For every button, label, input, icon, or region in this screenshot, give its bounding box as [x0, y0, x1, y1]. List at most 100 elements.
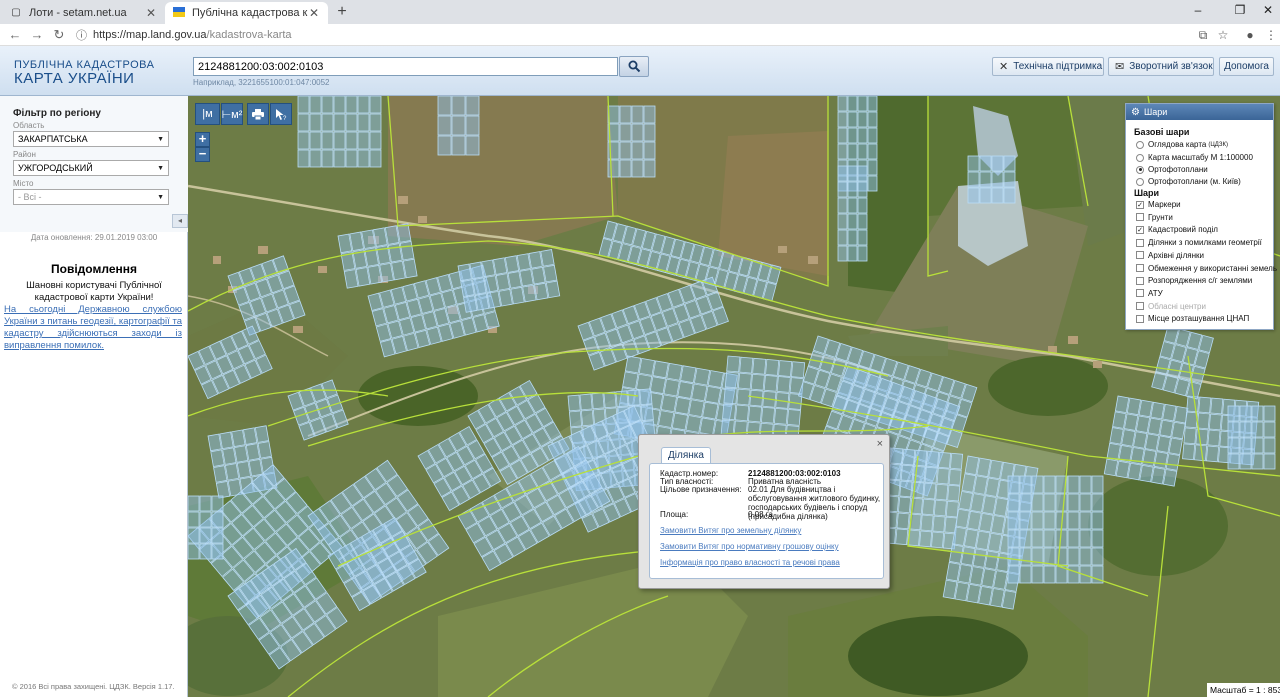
account-icon[interactable]: ● — [1243, 28, 1257, 42]
new-tab-button[interactable]: + — [334, 4, 350, 20]
parcel — [199, 527, 212, 544]
checkbox-checked[interactable]: ✓ — [1136, 225, 1144, 234]
oblast-select[interactable]: ЗАКАРПАТСЬКА ▼ — [13, 131, 169, 147]
parcel-cluster[interactable] — [457, 249, 561, 313]
parcel — [1196, 412, 1210, 430]
parcel — [920, 514, 934, 532]
feedback-button[interactable]: ✉ Зворотний зв'язок — [1108, 57, 1214, 76]
parcel-cluster[interactable] — [967, 155, 1016, 204]
radio-button[interactable] — [1136, 140, 1144, 149]
parcel-cluster[interactable] — [297, 96, 382, 168]
checkbox[interactable] — [1136, 264, 1144, 272]
layers-panel-header[interactable]: ⚙ Шари — [1126, 104, 1273, 120]
forward-icon[interactable]: → — [30, 27, 44, 43]
back-icon[interactable]: ← — [8, 27, 22, 43]
parcel-cluster[interactable] — [607, 105, 656, 178]
url-field[interactable]: ⓘ https://map.land.gov.ua/kadastrova-kar… — [76, 26, 1184, 44]
radio-button[interactable] — [1136, 177, 1144, 186]
minimize-button[interactable]: – — [1188, 3, 1208, 17]
cadastral-parcel-layer[interactable] — [188, 96, 1280, 697]
checkbox[interactable] — [1136, 302, 1144, 311]
map-view[interactable]: |м ⊢м² ? + − ⚙ Шари Базові шари Оглядова … — [188, 96, 1280, 697]
base-layer-orthophoto-kyiv[interactable]: Ортофотоплани (м. Київ) — [1136, 177, 1241, 186]
parcel — [981, 568, 996, 588]
checkbox[interactable] — [1136, 251, 1144, 260]
rayon-select[interactable]: УЖГОРОДСЬКИЙ ▼ — [13, 160, 169, 176]
measure-length-button[interactable]: |м — [195, 103, 220, 125]
overlay-layer-3[interactable]: Ділянки з помилками геометрії — [1136, 238, 1262, 247]
zoom-out-button[interactable]: − — [195, 147, 210, 162]
zoom-in-button[interactable]: + — [195, 132, 210, 147]
close-window-button[interactable]: ✕ — [1258, 3, 1278, 17]
close-icon[interactable]: × — [877, 438, 883, 450]
parcel — [199, 543, 212, 560]
parcel — [857, 213, 868, 230]
parcel-cluster[interactable] — [1151, 325, 1214, 400]
parcel-cluster[interactable] — [1103, 395, 1189, 487]
print-button[interactable] — [247, 103, 269, 125]
parcel — [631, 159, 644, 178]
identify-button[interactable]: ? — [270, 103, 292, 125]
checkbox[interactable] — [1136, 289, 1144, 298]
browser-tab-kadastr[interactable]: Публічна кадастрова карта Укр ✕ — [165, 2, 328, 24]
translate-icon[interactable]: ⧉ — [1196, 28, 1210, 42]
parcel — [739, 356, 754, 374]
gear-icon: ⚙ — [1131, 106, 1140, 118]
parcel — [1079, 493, 1092, 512]
checkbox[interactable] — [1136, 238, 1144, 247]
order-valuation-link[interactable]: Замовити Витяг про нормативну грошову оц… — [660, 542, 839, 551]
overlay-layer-1[interactable]: Грунти — [1136, 213, 1173, 222]
base-layer-orthophoto[interactable]: Ортофотоплани — [1136, 165, 1208, 174]
ownership-info-link[interactable]: Інформація про право власності та речові… — [660, 558, 840, 567]
parcel-cluster[interactable] — [188, 325, 273, 400]
radio-button-selected[interactable] — [1136, 165, 1144, 174]
parcel — [297, 149, 310, 168]
overlay-layer-9[interactable]: Місце розташування ЦНАП — [1136, 314, 1249, 323]
help-button[interactable]: Допомога — [1219, 57, 1274, 76]
parcel-cluster[interactable] — [577, 276, 729, 371]
checkbox[interactable] — [1136, 314, 1144, 323]
parcel — [1227, 405, 1240, 422]
parcel — [321, 131, 334, 150]
overlay-layer-6[interactable]: Розпорядження с/г землями — [1136, 276, 1252, 285]
overlay-layer-4[interactable]: Архівні ділянки — [1136, 251, 1204, 260]
cadastral-search-input[interactable] — [193, 57, 618, 76]
maximize-button[interactable]: ❐ — [1230, 3, 1250, 17]
reload-icon[interactable]: ↻ — [52, 27, 66, 43]
browser-tab-setam[interactable]: ▢ Лоти - setam.net.ua ✕ — [2, 2, 165, 24]
checkbox[interactable] — [1136, 276, 1144, 285]
parcel-cluster[interactable] — [837, 165, 868, 262]
overlay-layer-0[interactable]: ✓ Маркери — [1136, 200, 1181, 209]
parcel — [1263, 437, 1276, 454]
close-icon[interactable]: ✕ — [145, 6, 157, 20]
base-layer-overview[interactable]: Оглядова карта (ЦДЗК) — [1136, 140, 1228, 149]
checkbox[interactable] — [1136, 213, 1144, 222]
info-icon[interactable]: ⓘ — [76, 27, 87, 43]
parcel-cluster[interactable] — [337, 223, 418, 289]
checkbox-checked[interactable]: ✓ — [1136, 200, 1144, 209]
parcel — [966, 583, 982, 604]
order-extract-link[interactable]: Замовити Витяг про земельну ділянку — [660, 526, 801, 535]
collapse-panel-button[interactable]: ◂ — [172, 214, 188, 228]
base-layer-100000[interactable]: Карта масштабу М 1:100000 — [1136, 153, 1253, 162]
close-icon[interactable]: ✕ — [308, 6, 320, 20]
info-value: 0.08 га — [748, 510, 773, 519]
parcel — [309, 149, 322, 168]
parcel — [437, 96, 452, 116]
tab-parcel[interactable]: Ділянка — [661, 447, 711, 463]
support-button[interactable]: ✕ Технічна підтримка — [992, 57, 1104, 76]
menu-icon[interactable]: ⋮ — [1264, 28, 1278, 42]
radio-button[interactable] — [1136, 153, 1144, 162]
parcel — [213, 465, 228, 483]
parcel — [936, 467, 950, 485]
measure-area-button[interactable]: ⊢м² — [221, 103, 243, 125]
misto-select[interactable]: - Всі - ▼ — [13, 189, 169, 205]
notice-link[interactable]: На сьогодні Державною службою України з … — [4, 304, 182, 352]
parcel-cluster[interactable] — [437, 96, 480, 156]
overlay-layer-5[interactable]: Обмеження у використанні земель — [1136, 264, 1277, 273]
overlay-layer-7[interactable]: АТУ — [1136, 289, 1163, 298]
overlay-layer-2[interactable]: ✓ Кадастровий поділ — [1136, 225, 1218, 234]
parcel — [1079, 475, 1092, 494]
search-button[interactable] — [619, 56, 649, 77]
star-icon[interactable]: ☆ — [1216, 28, 1230, 42]
